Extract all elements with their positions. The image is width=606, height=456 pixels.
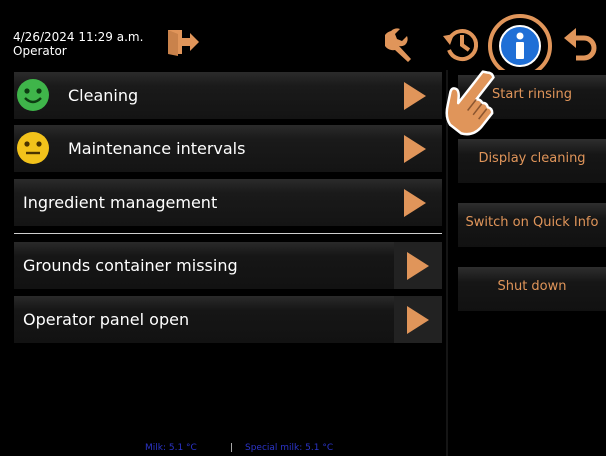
milk-temperature: Milk: 5.1 °C <box>145 443 197 453</box>
top-bar: 4/26/2024 11:29 a.m. Operator <box>0 0 606 78</box>
message-label: Operator panel open <box>23 310 190 329</box>
status-info: 4/26/2024 11:29 a.m. Operator <box>13 30 143 58</box>
button-label: Shut down <box>497 279 567 294</box>
arrow-right-icon[interactable] <box>404 189 426 217</box>
status-bar: Milk: 5.1 °C | Special milk: 5.1 °C <box>0 440 606 456</box>
arrow-button[interactable] <box>394 242 442 289</box>
menu-item-label: Ingredient management <box>23 193 218 212</box>
menu-item-label: Maintenance intervals <box>68 139 246 158</box>
wrench-icon[interactable] <box>385 26 421 62</box>
status-separator: | <box>230 443 234 453</box>
smiley-happy-icon <box>17 79 49 111</box>
history-icon[interactable] <box>441 24 481 64</box>
logout-icon[interactable] <box>166 28 200 58</box>
arrow-right-icon <box>407 252 429 280</box>
menu-item-maintenance-intervals[interactable]: Maintenance intervals <box>14 125 442 172</box>
back-icon[interactable] <box>562 24 602 64</box>
menu-item-ingredient-management[interactable]: Ingredient management <box>14 179 442 226</box>
button-label: Switch on Quick Info <box>465 215 599 230</box>
special-milk-temperature: Special milk: 5.1 °C <box>245 443 334 453</box>
arrow-right-icon <box>407 306 429 334</box>
divider <box>14 233 442 234</box>
message-grounds-container-missing[interactable]: Grounds container missing <box>14 242 442 289</box>
switch-on-quick-info-button[interactable]: Switch on Quick Info <box>458 203 606 247</box>
display-cleaning-button[interactable]: Display cleaning <box>458 139 606 183</box>
button-label: Display cleaning <box>478 151 586 166</box>
shut-down-button[interactable]: Shut down <box>458 267 606 311</box>
date-time: 4/26/2024 11:29 a.m. <box>13 30 144 44</box>
smiley-neutral-icon <box>17 132 49 164</box>
arrow-button[interactable] <box>394 296 442 343</box>
menu-item-label: Cleaning <box>68 86 139 105</box>
message-operator-panel-open[interactable]: Operator panel open <box>14 296 442 343</box>
user-role: Operator <box>13 44 67 58</box>
message-label: Grounds container missing <box>23 256 238 275</box>
arrow-right-icon[interactable] <box>404 135 426 163</box>
menu-item-cleaning[interactable]: Cleaning <box>14 72 442 119</box>
arrow-right-icon[interactable] <box>404 82 426 110</box>
hand-pointer-icon <box>445 70 495 136</box>
